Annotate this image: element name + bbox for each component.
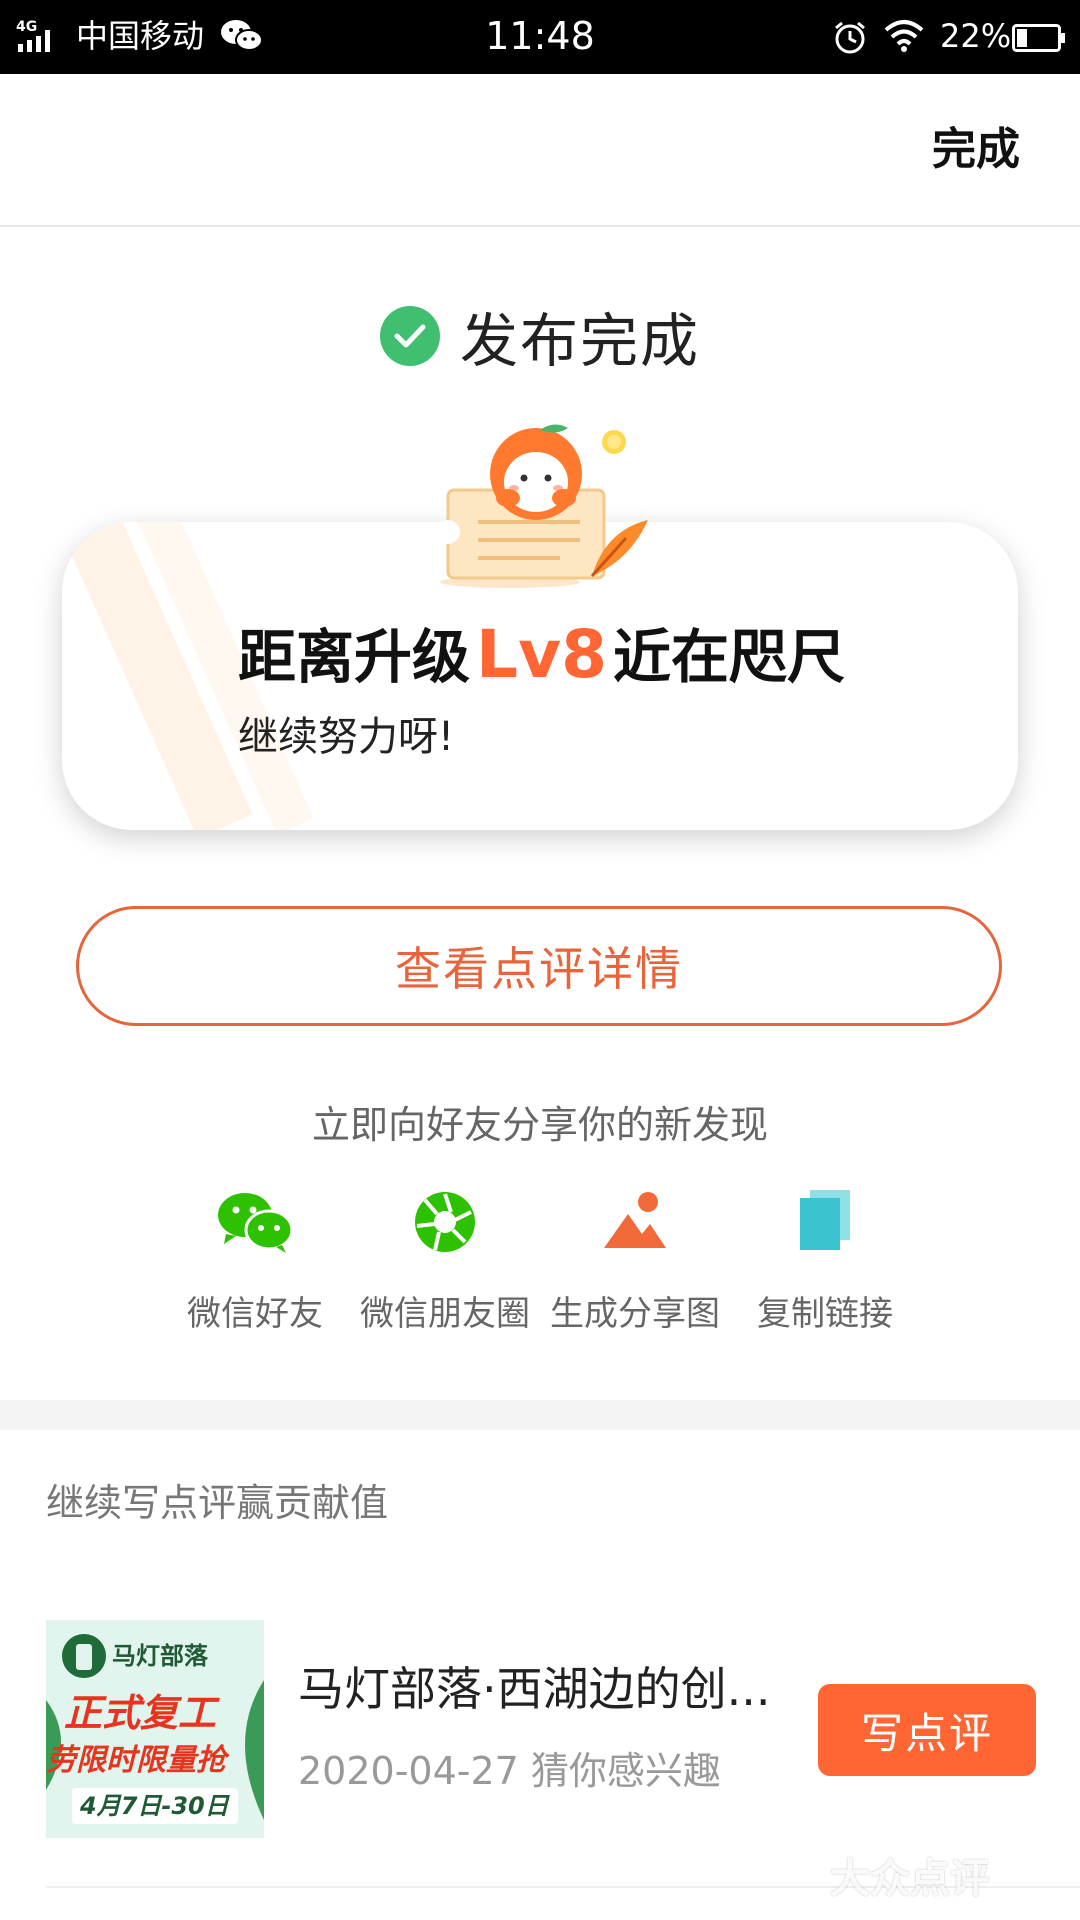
image-icon <box>604 1192 666 1248</box>
level-badge: Lv8 <box>476 616 608 693</box>
battery-percent: 22% <box>940 17 1012 55</box>
level-subtitle: 继续努力呀! <box>238 714 455 760</box>
share-wechat-friends[interactable]: 微信好友 <box>155 1190 355 1340</box>
check-icon <box>379 306 440 366</box>
publish-title: 发布完成 <box>459 307 700 375</box>
thumb-headline: 正式复工 <box>64 1691 220 1735</box>
thumb-promo: 劳限时限量抢 <box>46 1743 230 1778</box>
publish-status: 发布完成 <box>0 296 1080 376</box>
share-wechat-moments[interactable]: 微信朋友圈 <box>345 1190 545 1340</box>
mascot-illustration <box>436 424 648 588</box>
write-review-button[interactable]: 写点评 <box>818 1684 1036 1776</box>
view-review-button[interactable]: 查看点评详情 <box>76 906 1002 1026</box>
section-separator <box>0 1400 1080 1430</box>
moments-icon <box>415 1192 475 1252</box>
battery-icon <box>1012 24 1065 52</box>
continue-section-title: 继续写点评赢贡献值 <box>46 1481 389 1525</box>
thumb-brand: 马灯部落 <box>112 1642 209 1670</box>
wechat-icon <box>218 1193 294 1253</box>
copy-link-icon <box>800 1190 850 1250</box>
share-label: 生成分享图 <box>550 1294 720 1334</box>
share-label: 微信朋友圈 <box>360 1294 530 1334</box>
level-suffix: 近在咫尺 <box>613 623 846 691</box>
thumb-dates: 4月7日-30日 <box>79 1792 231 1820</box>
level-prefix: 距离升级 <box>238 623 471 691</box>
poi-thumbnail-image: 马灯部落 正式复工 劳限时限量抢 4月7日-30日 <box>46 1620 264 1838</box>
alarm-icon <box>835 21 865 54</box>
poi-meta: 2020-04-27 猜你感兴趣 <box>298 1749 721 1793</box>
status-bar: 4G 中国移动 11:48 22% <box>0 0 1080 74</box>
wifi-icon <box>884 20 924 52</box>
share-copy-link[interactable]: 复制链接 <box>725 1190 925 1340</box>
done-button[interactable]: 完成 <box>932 120 1020 180</box>
share-label: 复制链接 <box>757 1294 893 1334</box>
share-prompt: 立即向好友分享你的新发现 <box>311 1103 768 1147</box>
poi-thumbnail[interactable]: 马灯部落 正式复工 劳限时限量抢 4月7日-30日 <box>46 1620 264 1838</box>
nav-bar: 完成 <box>0 74 1080 227</box>
share-generate-image[interactable]: 生成分享图 <box>535 1190 735 1340</box>
level-headline: 距离升级Lv8 近在咫尺 <box>238 620 845 692</box>
share-label: 微信好友 <box>187 1294 323 1334</box>
poi-name[interactable]: 马灯部落·西湖边的创... <box>298 1660 778 1718</box>
watermark: 大众点评 <box>830 1856 990 1902</box>
